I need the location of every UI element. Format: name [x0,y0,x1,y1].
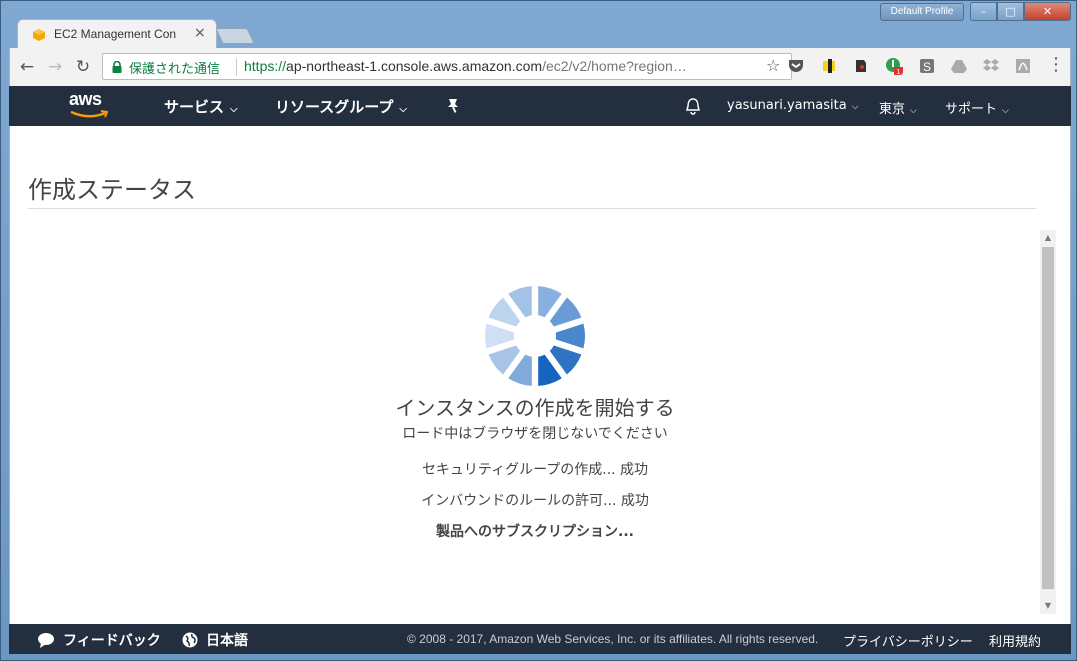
page-title: 作成ステータス [28,176,196,204]
spinner-segment [555,323,585,349]
star-icon[interactable]: ☆ [766,56,780,75]
copyright-text: © 2008 - 2017, Amazon Web Services, Inc.… [407,632,819,646]
status-subtext: ロード中はブラウザを閉じないでください [402,426,668,442]
chevron-down-icon: ⌵ [910,106,917,116]
security-label: 保護された通信 [129,61,221,76]
scroll-down-icon[interactable]: ▼ [1040,598,1056,614]
status-heading: インスタンスの作成を開始する [395,396,675,420]
tab-close-icon[interactable]: × [194,25,206,41]
browser-tab[interactable]: EC2 Management Con × [17,19,217,49]
main-content: 作成ステータス インスタンスの作成を開始する ロード中はブラウザを閉じないでくだ… [9,126,1071,624]
bell-icon[interactable] [684,97,702,116]
vertical-scrollbar[interactable]: ▲ ▼ [1040,230,1056,614]
close-window-button[interactable]: ✕ [1024,2,1071,21]
loading-spinner-icon [485,286,585,386]
status-step-current: 製品へのサブスクリプション... [436,524,634,540]
aws-navbar: aws サービス ⌵ リソースグループ ⌵ yasunari.yamasita ⌵ 東… [9,86,1071,126]
dropbox-extension-icon[interactable] [982,57,1000,75]
chevron-down-icon: ⌵ [851,102,859,112]
feedback-link[interactable]: フィードバック [37,630,161,650]
pdf-extension-icon[interactable] [1014,57,1032,75]
svg-text:S: S [923,60,931,74]
menu-icon[interactable]: ⋮ [1047,54,1065,75]
aws-smile-icon [70,110,109,118]
user-menu[interactable]: yasunari.yamasita ⌵ [727,98,859,113]
chevron-down-icon: ⌵ [399,104,407,115]
pocket-extension-icon[interactable] [787,57,805,75]
back-icon[interactable]: ← [16,56,38,78]
profile-button[interactable]: Default Profile [880,3,964,21]
privacy-link[interactable]: プライバシーポリシー [843,631,973,650]
forward-icon[interactable]: → [44,56,66,78]
maximize-button[interactable]: □ [997,2,1024,21]
status-extension-icon[interactable]: 1 [885,57,903,75]
s-extension-icon[interactable]: S [918,57,936,75]
aws-favicon-icon [33,29,45,41]
status-step: インバウンドのルールの許可... 成功 [421,493,649,509]
aws-logo[interactable]: aws [69,89,113,121]
address-bar[interactable]: 保護された通信 https://ap-northeast-1.console.a… [102,53,792,80]
status-step: セキュリティグループの作成... 成功 [421,462,649,478]
browser-toolbar: ← → ↻ 保護された通信 https://ap-northeast-1.con… [9,48,1071,86]
browser-window: Default Profile – □ ✕ EC2 Management Con… [0,0,1077,661]
lock-icon [112,61,122,73]
svg-text:1: 1 [897,69,901,75]
title-bar: Default Profile – □ ✕ EC2 Management Con… [1,1,1077,49]
aws-footer: フィードバック 日本語 © 2008 - 2017, Amazon Web Se… [9,624,1071,654]
minimize-button[interactable]: – [970,2,997,21]
globe-icon [182,632,198,648]
drive-extension-icon[interactable] [950,57,968,75]
pin-icon[interactable] [446,98,460,114]
scroll-thumb[interactable] [1042,247,1054,589]
evernote-extension-icon[interactable] [852,57,870,75]
spinner-segment [485,323,515,349]
key-extension-icon[interactable] [820,57,838,75]
region-menu[interactable]: 東京 ⌵ [879,98,917,117]
terms-link[interactable]: 利用規約 [989,631,1041,650]
new-tab-button[interactable] [215,28,255,44]
support-menu[interactable]: サポート ⌵ [945,98,1009,117]
scroll-up-icon[interactable]: ▲ [1040,230,1056,246]
omnibox-separator [236,58,237,76]
chevron-down-icon: ⌵ [230,104,238,115]
url-text[interactable]: https://ap-northeast-1.console.aws.amazo… [244,58,764,74]
chevron-down-icon: ⌵ [1002,106,1009,116]
chat-icon [38,633,54,648]
title-divider [28,208,1036,209]
tab-title: EC2 Management Con [54,27,177,41]
services-menu[interactable]: サービス ⌵ [164,96,238,117]
language-selector[interactable]: 日本語 [182,630,248,650]
reload-icon[interactable]: ↻ [72,56,94,78]
resource-groups-menu[interactable]: リソースグループ ⌵ [275,96,407,117]
